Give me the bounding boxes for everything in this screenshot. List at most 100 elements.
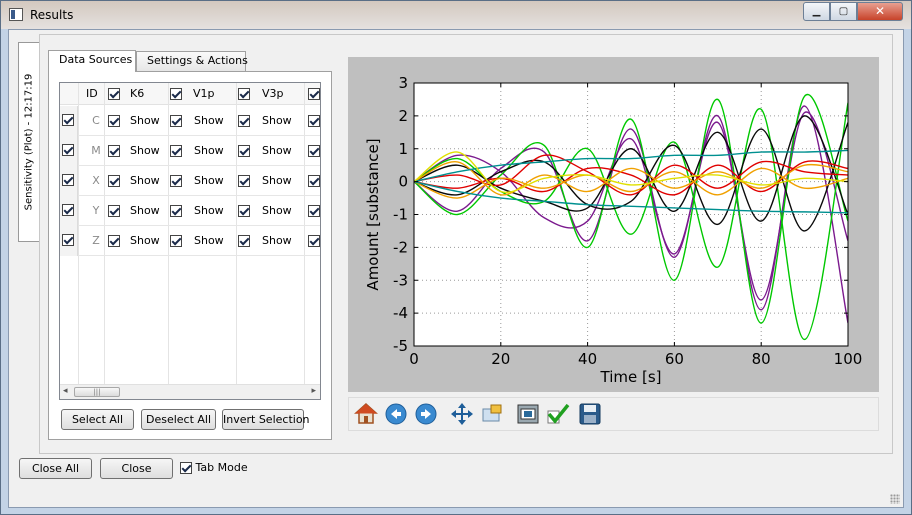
- row-select-checkbox[interactable]: [62, 234, 74, 246]
- show-label: Show: [194, 234, 224, 247]
- row-select-checkbox[interactable]: [62, 144, 74, 156]
- show-checkbox[interactable]: [308, 235, 320, 247]
- client-area: Sensitivity (Plot) - 12:17:19 Data Sourc…: [8, 29, 904, 508]
- sensitivity-chart: 0 20 40 60 80 100 -5 -4 -3 -2 -1 0 1 2 3 Time [s] Amount…: [364, 74, 862, 386]
- results-window: Results ▁ ▢ ✕ Sensitivity (Plot) - 12:17…: [0, 0, 912, 515]
- show-label: Show: [130, 234, 160, 247]
- window-title: Results: [30, 8, 74, 22]
- x-tick-label: 40: [578, 350, 597, 368]
- column-header-v1p: V1p: [193, 87, 215, 100]
- column-v3p-checkbox[interactable]: [238, 88, 250, 100]
- tab-data-sources[interactable]: Data Sources: [48, 50, 136, 72]
- row-id: Y: [92, 204, 100, 217]
- show-checkbox[interactable]: [308, 205, 320, 217]
- tab-mode-label: Tab Mode: [195, 461, 248, 474]
- table-row[interactable]: C Show Show Show: [60, 106, 320, 136]
- row-id: Z: [92, 234, 100, 247]
- show-label: Show: [262, 234, 292, 247]
- y-tick-label: -1: [393, 206, 408, 224]
- show-checkbox[interactable]: [170, 175, 182, 187]
- title-bar[interactable]: Results ▁ ▢ ✕: [1, 1, 911, 29]
- show-checkbox[interactable]: [108, 115, 120, 127]
- close-button[interactable]: Close: [100, 458, 173, 479]
- table-row[interactable]: Y Show Show Show: [60, 196, 320, 226]
- show-checkbox[interactable]: [308, 115, 320, 127]
- show-label: Show: [194, 114, 224, 127]
- scroll-right-arrow-icon[interactable]: ▸: [311, 386, 316, 396]
- zoom-rect-icon[interactable]: [479, 401, 505, 427]
- show-checkbox[interactable]: [238, 175, 250, 187]
- plot-canvas[interactable]: 0 20 40 60 80 100 -5 -4 -3 -2 -1 0 1 2 3 Time [s] Amount…: [348, 57, 879, 392]
- row-id: M: [91, 144, 101, 157]
- y-tick-label: 0: [398, 173, 408, 191]
- y-tick-label: 3: [398, 74, 408, 92]
- row-id: X: [92, 174, 100, 187]
- table-header: ID K6 V1p V3p: [60, 83, 320, 105]
- table-row[interactable]: M Show Show Show: [60, 136, 320, 166]
- tab-mode-toggle[interactable]: Tab Mode: [180, 461, 248, 474]
- table-row[interactable]: X Show Show Show: [60, 166, 320, 196]
- forward-icon[interactable]: [413, 401, 439, 427]
- show-label: Show: [262, 204, 292, 217]
- scroll-left-arrow-icon[interactable]: ◂: [63, 386, 68, 396]
- tab-mode-checkbox[interactable]: [180, 462, 192, 474]
- maximize-button[interactable]: ▢: [830, 2, 857, 21]
- table-horizontal-scrollbar[interactable]: ◂ ||| ▸: [60, 384, 320, 399]
- row-select-checkbox[interactable]: [62, 174, 74, 186]
- show-checkbox[interactable]: [170, 115, 182, 127]
- column-next-checkbox[interactable]: [308, 88, 320, 100]
- show-checkbox[interactable]: [170, 145, 182, 157]
- column-v1p-checkbox[interactable]: [170, 88, 182, 100]
- y-tick-label: -3: [393, 271, 408, 289]
- table-row[interactable]: Z Show Show Show: [60, 226, 320, 256]
- invert-selection-button[interactable]: Invert Selection: [222, 409, 310, 430]
- row-id: C: [92, 114, 100, 127]
- tab-settings-actions[interactable]: Settings & Actions: [136, 51, 248, 71]
- home-icon[interactable]: [353, 401, 379, 427]
- resize-grip[interactable]: [890, 494, 900, 504]
- column-k6-checkbox[interactable]: [108, 88, 120, 100]
- pan-icon[interactable]: [449, 401, 475, 427]
- y-tick-label: -4: [393, 304, 408, 322]
- x-tick-label: 20: [491, 350, 510, 368]
- column-header-k6: K6: [130, 87, 145, 100]
- show-label: Show: [130, 114, 160, 127]
- show-checkbox[interactable]: [238, 235, 250, 247]
- show-checkbox[interactable]: [308, 145, 320, 157]
- show-label: Show: [130, 144, 160, 157]
- show-label: Show: [262, 174, 292, 187]
- data-sources-pane: ID K6 V1p V3p C Show Show Show M Show Sh…: [48, 71, 332, 440]
- show-checkbox[interactable]: [308, 175, 320, 187]
- show-checkbox[interactable]: [108, 205, 120, 217]
- row-select-checkbox[interactable]: [62, 204, 74, 216]
- minimize-button[interactable]: ▁: [803, 2, 830, 21]
- close-all-button[interactable]: Close All: [19, 458, 92, 479]
- save-icon[interactable]: [577, 401, 603, 427]
- show-checkbox[interactable]: [238, 205, 250, 217]
- y-tick-label: -2: [393, 238, 408, 256]
- plot-toolbar: [348, 397, 879, 431]
- back-icon[interactable]: [383, 401, 409, 427]
- show-checkbox[interactable]: [108, 145, 120, 157]
- x-tick-label: 60: [665, 350, 684, 368]
- show-label: Show: [194, 204, 224, 217]
- row-select-checkbox[interactable]: [62, 114, 74, 126]
- tab-sensitivity-plot[interactable]: Sensitivity (Plot) - 12:17:19: [18, 42, 39, 242]
- show-checkbox[interactable]: [170, 205, 182, 217]
- column-header-id: ID: [86, 87, 98, 100]
- show-checkbox[interactable]: [108, 235, 120, 247]
- close-window-button[interactable]: ✕: [857, 2, 903, 21]
- show-label: Show: [194, 144, 224, 157]
- show-checkbox[interactable]: [170, 235, 182, 247]
- deselect-all-button[interactable]: Deselect All: [141, 409, 216, 430]
- scrollbar-thumb[interactable]: |||: [74, 387, 120, 397]
- y-axis-label: Amount [substance]: [364, 138, 382, 290]
- show-checkbox[interactable]: [238, 115, 250, 127]
- select-all-button[interactable]: Select All: [61, 409, 134, 430]
- show-checkbox[interactable]: [108, 175, 120, 187]
- subplots-config-icon[interactable]: [515, 401, 541, 427]
- show-label: Show: [262, 114, 292, 127]
- show-checkbox[interactable]: [238, 145, 250, 157]
- check-icon[interactable]: [545, 401, 571, 427]
- data-sources-table: ID K6 V1p V3p C Show Show Show M Show Sh…: [59, 82, 321, 400]
